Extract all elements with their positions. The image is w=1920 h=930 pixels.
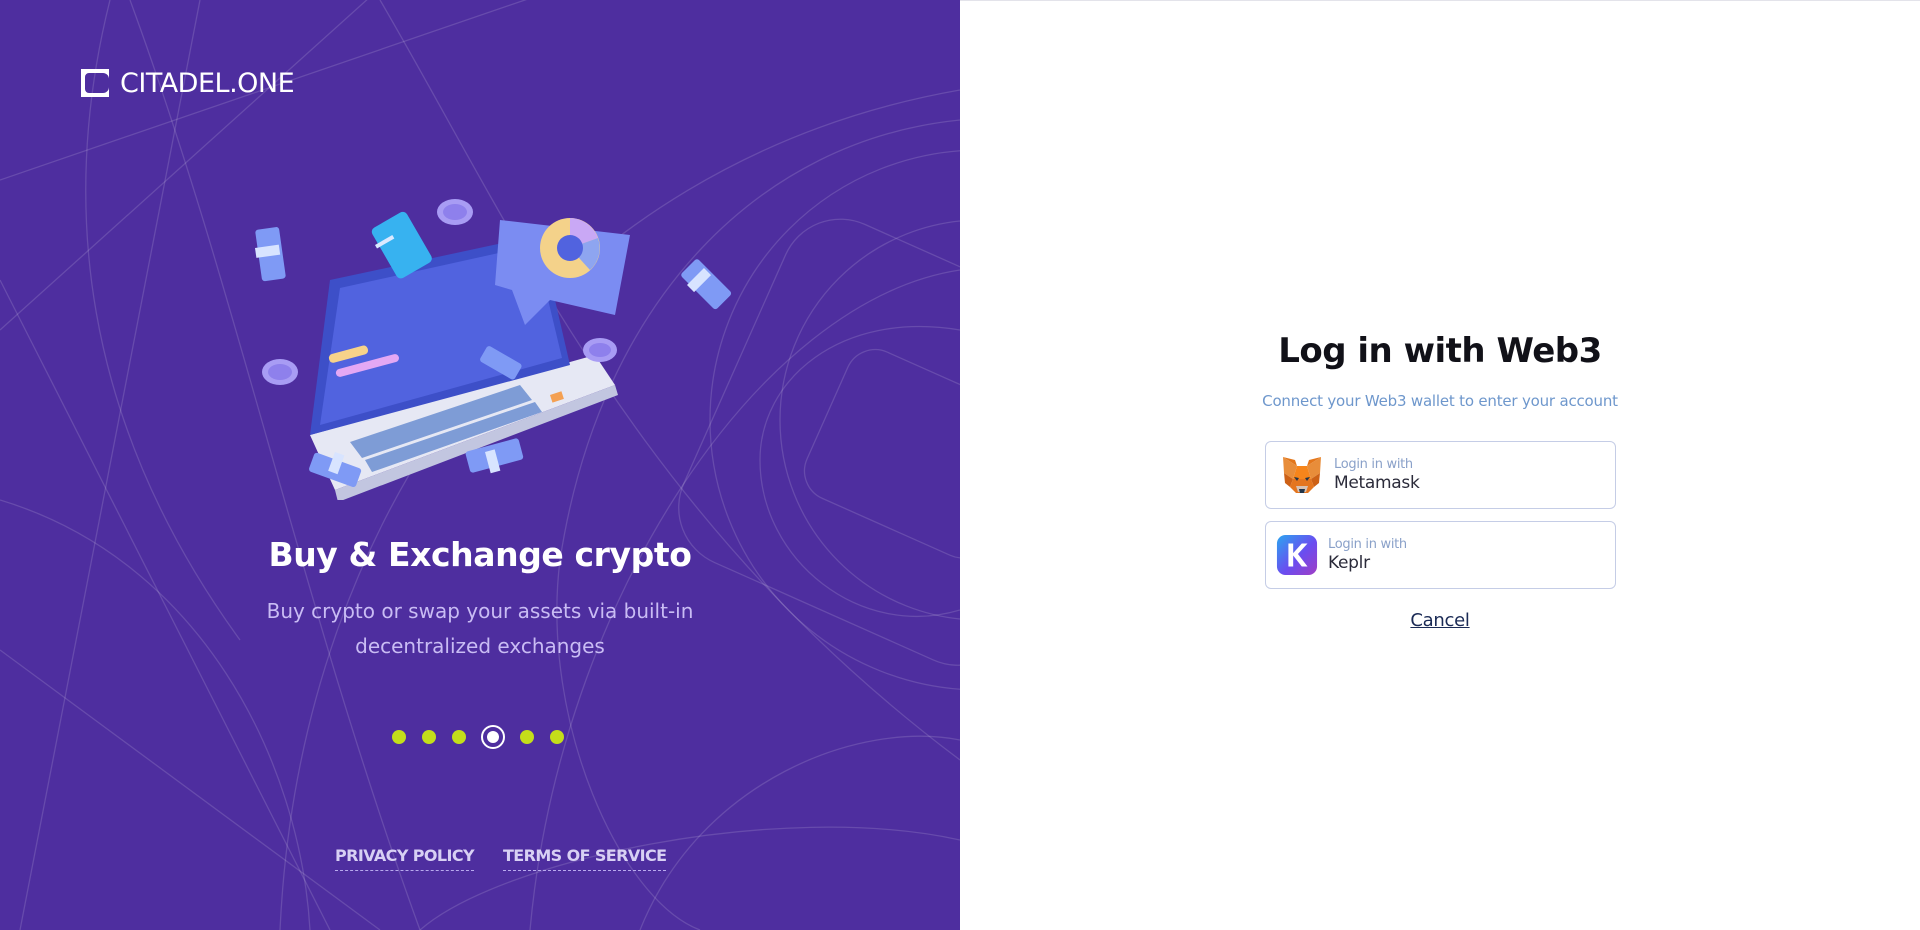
citadel-logo[interactable]: CITADEL.ONE: [78, 66, 295, 100]
promo-panel: CITADEL.ONE Buy & Exchange crypto Buy cr…: [0, 0, 960, 930]
logo-text: CITADEL.ONE: [120, 67, 295, 99]
slide-description: Buy crypto or swap your assets via built…: [266, 599, 694, 658]
keplr-k-icon: [1276, 534, 1318, 576]
cancel-container: Cancel: [960, 610, 1920, 631]
metamask-login-name: Metamask: [1334, 473, 1420, 493]
citadel-logo-icon: [81, 69, 109, 97]
login-panel: Log in with Web3 Connect your Web3 walle…: [960, 0, 1920, 930]
pagination-dot-3[interactable]: [452, 730, 466, 744]
slide-title: Buy & Exchange crypto: [268, 535, 692, 574]
pagination-dot-5[interactable]: [520, 730, 534, 744]
privacy-policy-link[interactable]: PRIVACY POLICY: [335, 846, 475, 871]
slide-pagination: [392, 725, 564, 749]
keplr-login-prefix: Login in with: [1328, 537, 1407, 552]
laptop-crypto-illustration: [255, 199, 732, 500]
login-subtitle: Connect your Web3 wallet to enter your a…: [1262, 392, 1618, 410]
terms-of-service-link[interactable]: TERMS OF SERVICE: [502, 846, 667, 871]
login-keplr-button[interactable]: Login in with Keplr: [1265, 521, 1616, 589]
metamask-login-prefix: Login in with: [1334, 457, 1413, 472]
pagination-dot-4-active[interactable]: [481, 725, 505, 749]
login-title: Log in with Web3: [1278, 331, 1602, 371]
metamask-fox-icon: [1283, 457, 1321, 493]
footer-links: PRIVACY POLICY TERMS OF SERVICE: [335, 846, 667, 871]
pagination-dot-2[interactable]: [422, 730, 436, 744]
pagination-dot-6[interactable]: [550, 730, 564, 744]
pagination-dot-1[interactable]: [392, 730, 406, 744]
keplr-login-name: Keplr: [1328, 553, 1370, 573]
login-metamask-button[interactable]: Login in with Metamask: [1265, 441, 1616, 509]
page: CITADEL.ONE Buy & Exchange crypto Buy cr…: [0, 0, 1920, 930]
cancel-link[interactable]: Cancel: [1410, 610, 1469, 631]
